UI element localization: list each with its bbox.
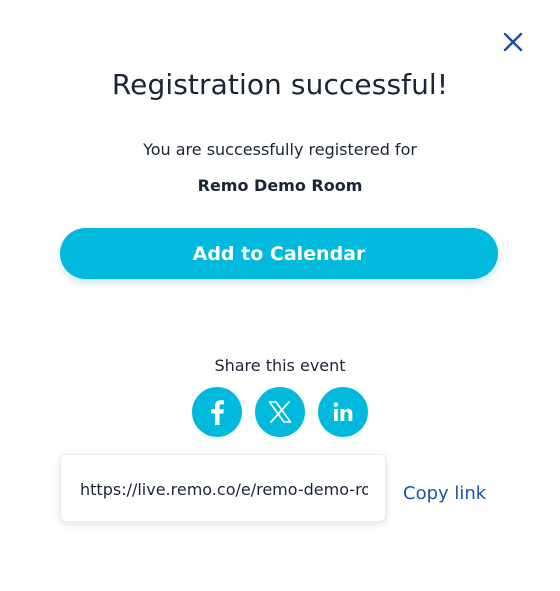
- dialog-title: Registration successful!: [111, 68, 449, 101]
- registration-success-dialog: Registration successful! You are success…: [0, 0, 560, 591]
- event-name: Remo Demo Room: [197, 176, 363, 195]
- x-twitter-icon: [268, 401, 292, 423]
- social-share-buttons: [192, 387, 368, 437]
- add-to-calendar-button[interactable]: Add to Calendar: [60, 228, 498, 279]
- copy-link-button[interactable]: Copy link: [403, 483, 486, 504]
- close-icon: [503, 32, 523, 52]
- registration-subtitle: You are successfully registered for: [143, 140, 417, 159]
- facebook-share-button[interactable]: [192, 387, 242, 437]
- share-event-label: Share this event: [214, 356, 346, 375]
- x-share-button[interactable]: [255, 387, 305, 437]
- facebook-icon: [211, 400, 224, 425]
- linkedin-share-button[interactable]: [318, 387, 368, 437]
- close-button[interactable]: [500, 29, 526, 55]
- event-link-field[interactable]: [80, 477, 368, 501]
- linkedin-icon: [333, 402, 353, 421]
- event-link-box: [60, 454, 386, 522]
